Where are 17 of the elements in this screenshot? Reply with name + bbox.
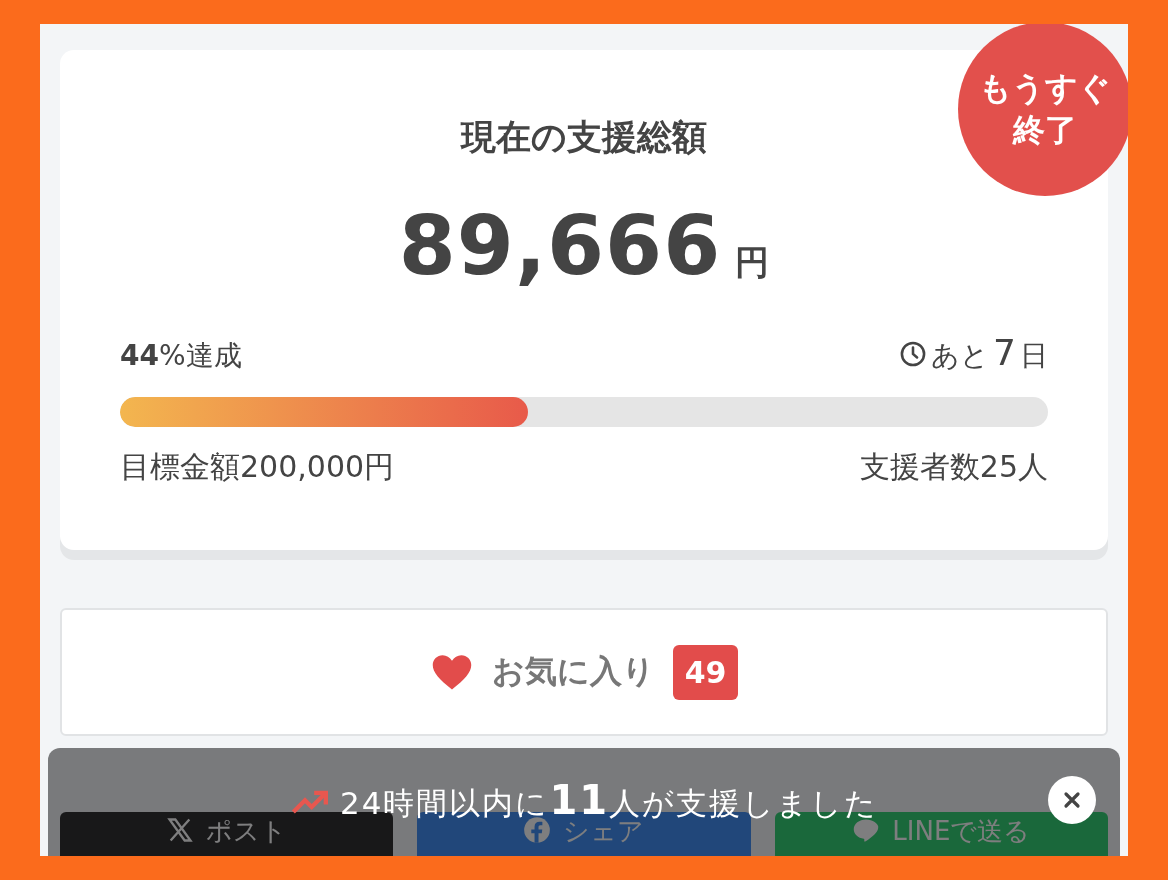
remaining-prefix: あと [931,338,990,374]
favorite-count: 49 [672,644,739,700]
total-amount: 89,666 [398,198,722,293]
clock-icon [899,339,928,368]
achievement-label: %達成 [158,339,242,372]
days-unit: 日 [1020,338,1048,374]
x-logo-icon [166,816,195,844]
goal-amount: 目標金額200,000円 [120,448,395,486]
favorite-button[interactable]: お気に入り 49 [60,608,1108,736]
facebook-icon [523,816,552,844]
ending-soon-badge: もうすぐ 終了 [958,24,1128,196]
card-title: 現在の支援総額 [461,116,707,159]
achievement-percent: 44 [120,339,159,372]
currency-unit: 円 [735,241,770,284]
remaining-days: 7 [993,332,1016,373]
backer-count: 支援者数25人 [859,448,1048,486]
close-button[interactable] [1048,776,1096,824]
